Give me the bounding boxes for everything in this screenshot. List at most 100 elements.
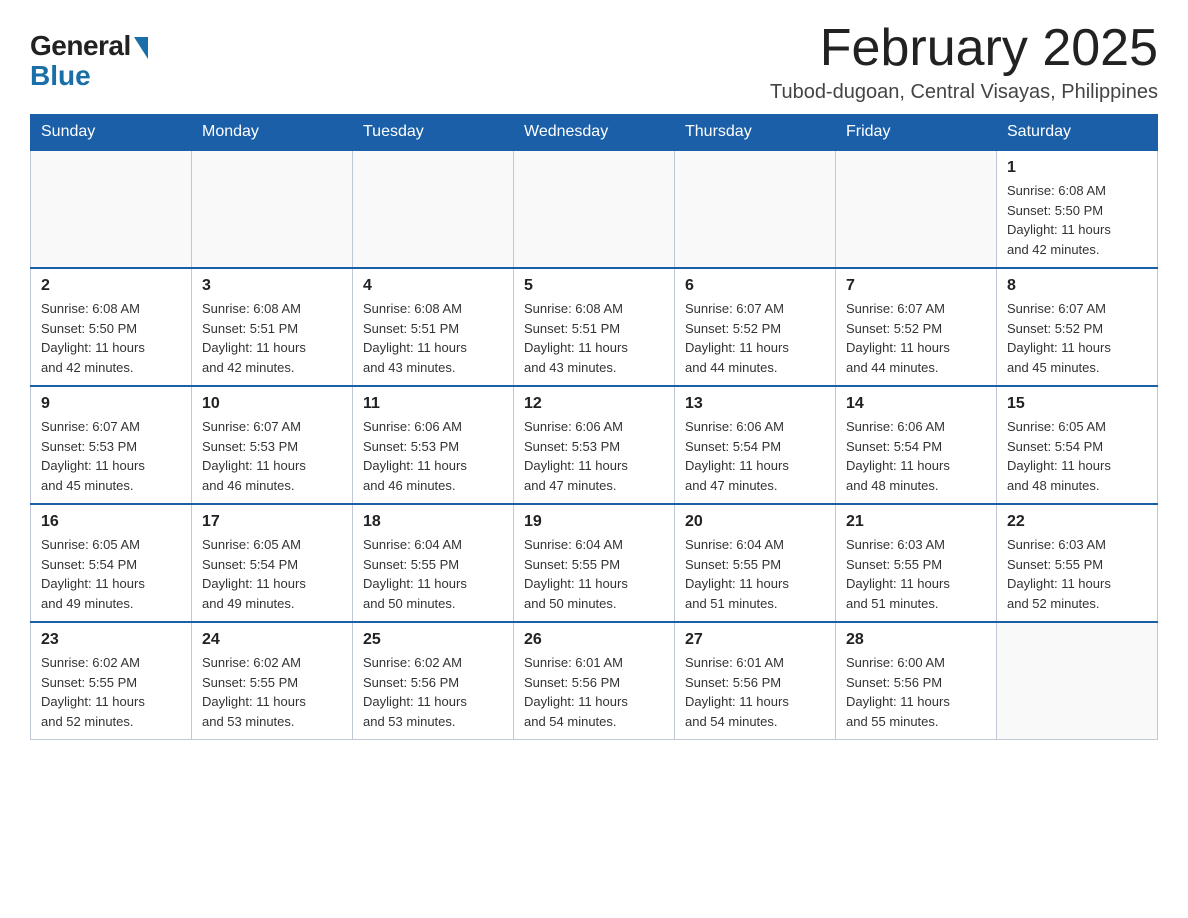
table-row	[192, 150, 353, 268]
title-section: February 2025 Tubod-dugoan, Central Visa…	[770, 20, 1158, 104]
month-title: February 2025	[770, 20, 1158, 77]
day-number: 13	[685, 395, 825, 413]
day-number: 14	[846, 395, 986, 413]
day-info: Sunrise: 6:04 AMSunset: 5:55 PMDaylight:…	[524, 535, 664, 613]
logo-blue-text: Blue	[30, 60, 91, 92]
calendar-table: Sunday Monday Tuesday Wednesday Thursday…	[30, 114, 1158, 740]
day-number: 26	[524, 631, 664, 649]
day-info: Sunrise: 6:08 AMSunset: 5:50 PMDaylight:…	[41, 299, 181, 377]
table-row: 26 Sunrise: 6:01 AMSunset: 5:56 PMDayligh…	[514, 622, 675, 740]
day-info: Sunrise: 6:07 AMSunset: 5:53 PMDaylight:…	[202, 417, 342, 495]
col-friday: Friday	[836, 115, 997, 151]
col-thursday: Thursday	[675, 115, 836, 151]
col-monday: Monday	[192, 115, 353, 151]
day-info: Sunrise: 6:06 AMSunset: 5:54 PMDaylight:…	[846, 417, 986, 495]
day-number: 3	[202, 277, 342, 295]
table-row: 2 Sunrise: 6:08 AMSunset: 5:50 PMDaylight…	[31, 268, 192, 386]
day-number: 24	[202, 631, 342, 649]
table-row	[353, 150, 514, 268]
col-saturday: Saturday	[997, 115, 1158, 151]
table-row: 17 Sunrise: 6:05 AMSunset: 5:54 PMDayligh…	[192, 504, 353, 622]
day-number: 6	[685, 277, 825, 295]
table-row: 18 Sunrise: 6:04 AMSunset: 5:55 PMDayligh…	[353, 504, 514, 622]
calendar-week-row: 16Sunrise: 6:05 AMSunset: 5:54 PMDayligh…	[31, 504, 1158, 622]
table-row: 24 Sunrise: 6:02 AMSunset: 5:55 PMDayligh…	[192, 622, 353, 740]
day-info: Sunrise: 6:06 AMSunset: 5:53 PMDaylight:…	[363, 417, 503, 495]
day-number: 11	[363, 395, 503, 413]
day-info: Sunrise: 6:04 AMSunset: 5:55 PMDaylight:…	[685, 535, 825, 613]
day-info: Sunrise: 6:01 AMSunset: 5:56 PMDaylight:…	[685, 653, 825, 731]
day-info: Sunrise: 6:02 AMSunset: 5:56 PMDaylight:…	[363, 653, 503, 731]
day-number: 23	[41, 631, 181, 649]
table-row: 25 Sunrise: 6:02 AMSunset: 5:56 PMDayligh…	[353, 622, 514, 740]
day-number: 17	[202, 513, 342, 531]
table-row: 4Sunrise: 6:08 AMSunset: 5:51 PMDaylight…	[353, 268, 514, 386]
table-row: 10 Sunrise: 6:07 AMSunset: 5:53 PMDayligh…	[192, 386, 353, 504]
table-row: 6 Sunrise: 6:07 AMSunset: 5:52 PMDaylight…	[675, 268, 836, 386]
day-info: Sunrise: 6:07 AMSunset: 5:52 PMDaylight:…	[1007, 299, 1147, 377]
calendar-week-row: 1 Sunrise: 6:08 AMSunset: 5:50 PMDaylight…	[31, 150, 1158, 268]
table-row: 27 Sunrise: 6:01 AMSunset: 5:56 PMDayligh…	[675, 622, 836, 740]
day-number: 1	[1007, 159, 1147, 177]
day-info: Sunrise: 6:03 AMSunset: 5:55 PMDaylight:…	[846, 535, 986, 613]
logo-arrow-icon	[134, 37, 148, 59]
day-info: Sunrise: 6:07 AMSunset: 5:52 PMDaylight:…	[685, 299, 825, 377]
table-row: 14 Sunrise: 6:06 AMSunset: 5:54 PMDayligh…	[836, 386, 997, 504]
day-number: 25	[363, 631, 503, 649]
table-row: 15 Sunrise: 6:05 AMSunset: 5:54 PMDayligh…	[997, 386, 1158, 504]
logo: General Blue	[30, 30, 148, 92]
day-info: Sunrise: 6:07 AMSunset: 5:52 PMDaylight:…	[846, 299, 986, 377]
table-row: 1 Sunrise: 6:08 AMSunset: 5:50 PMDaylight…	[997, 150, 1158, 268]
day-info: Sunrise: 6:06 AMSunset: 5:54 PMDaylight:…	[685, 417, 825, 495]
table-row: 3 Sunrise: 6:08 AMSunset: 5:51 PMDaylight…	[192, 268, 353, 386]
table-row: 9Sunrise: 6:07 AMSunset: 5:53 PMDaylight…	[31, 386, 192, 504]
table-row: 5 Sunrise: 6:08 AMSunset: 5:51 PMDaylight…	[514, 268, 675, 386]
col-sunday: Sunday	[31, 115, 192, 151]
table-row	[836, 150, 997, 268]
table-row: 19 Sunrise: 6:04 AMSunset: 5:55 PMDayligh…	[514, 504, 675, 622]
page-header: General Blue February 2025 Tubod-dugoan,…	[30, 20, 1158, 104]
day-number: 7	[846, 277, 986, 295]
col-tuesday: Tuesday	[353, 115, 514, 151]
day-number: 9	[41, 395, 181, 413]
table-row	[514, 150, 675, 268]
day-info: Sunrise: 6:02 AMSunset: 5:55 PMDaylight:…	[202, 653, 342, 731]
day-info: Sunrise: 6:08 AMSunset: 5:51 PMDaylight:…	[363, 299, 503, 377]
table-row: 16Sunrise: 6:05 AMSunset: 5:54 PMDayligh…	[31, 504, 192, 622]
day-number: 21	[846, 513, 986, 531]
day-number: 12	[524, 395, 664, 413]
table-row: 23 Sunrise: 6:02 AMSunset: 5:55 PMDayligh…	[31, 622, 192, 740]
location-subtitle: Tubod-dugoan, Central Visayas, Philippin…	[770, 81, 1158, 104]
day-number: 15	[1007, 395, 1147, 413]
day-info: Sunrise: 6:04 AMSunset: 5:55 PMDaylight:…	[363, 535, 503, 613]
table-row	[31, 150, 192, 268]
table-row	[997, 622, 1158, 740]
calendar-week-row: 2 Sunrise: 6:08 AMSunset: 5:50 PMDaylight…	[31, 268, 1158, 386]
day-number: 19	[524, 513, 664, 531]
day-info: Sunrise: 6:00 AMSunset: 5:56 PMDaylight:…	[846, 653, 986, 731]
day-info: Sunrise: 6:06 AMSunset: 5:53 PMDaylight:…	[524, 417, 664, 495]
day-number: 18	[363, 513, 503, 531]
day-info: Sunrise: 6:02 AMSunset: 5:55 PMDaylight:…	[41, 653, 181, 731]
day-info: Sunrise: 6:03 AMSunset: 5:55 PMDaylight:…	[1007, 535, 1147, 613]
day-number: 27	[685, 631, 825, 649]
table-row: 7 Sunrise: 6:07 AMSunset: 5:52 PMDaylight…	[836, 268, 997, 386]
day-number: 22	[1007, 513, 1147, 531]
day-info: Sunrise: 6:08 AMSunset: 5:51 PMDaylight:…	[524, 299, 664, 377]
table-row: 21 Sunrise: 6:03 AMSunset: 5:55 PMDayligh…	[836, 504, 997, 622]
col-wednesday: Wednesday	[514, 115, 675, 151]
day-number: 5	[524, 277, 664, 295]
day-info: Sunrise: 6:05 AMSunset: 5:54 PMDaylight:…	[1007, 417, 1147, 495]
day-info: Sunrise: 6:01 AMSunset: 5:56 PMDaylight:…	[524, 653, 664, 731]
day-number: 8	[1007, 277, 1147, 295]
day-info: Sunrise: 6:08 AMSunset: 5:51 PMDaylight:…	[202, 299, 342, 377]
day-info: Sunrise: 6:05 AMSunset: 5:54 PMDaylight:…	[202, 535, 342, 613]
table-row: 22 Sunrise: 6:03 AMSunset: 5:55 PMDayligh…	[997, 504, 1158, 622]
day-number: 28	[846, 631, 986, 649]
day-number: 10	[202, 395, 342, 413]
table-row: 13 Sunrise: 6:06 AMSunset: 5:54 PMDayligh…	[675, 386, 836, 504]
day-info: Sunrise: 6:08 AMSunset: 5:50 PMDaylight:…	[1007, 181, 1147, 259]
calendar-week-row: 9 Sunrise: 6:07 AMSunset: 5:53 PMDaylight…	[31, 386, 1158, 504]
day-number: 2	[41, 277, 181, 295]
table-row	[675, 150, 836, 268]
